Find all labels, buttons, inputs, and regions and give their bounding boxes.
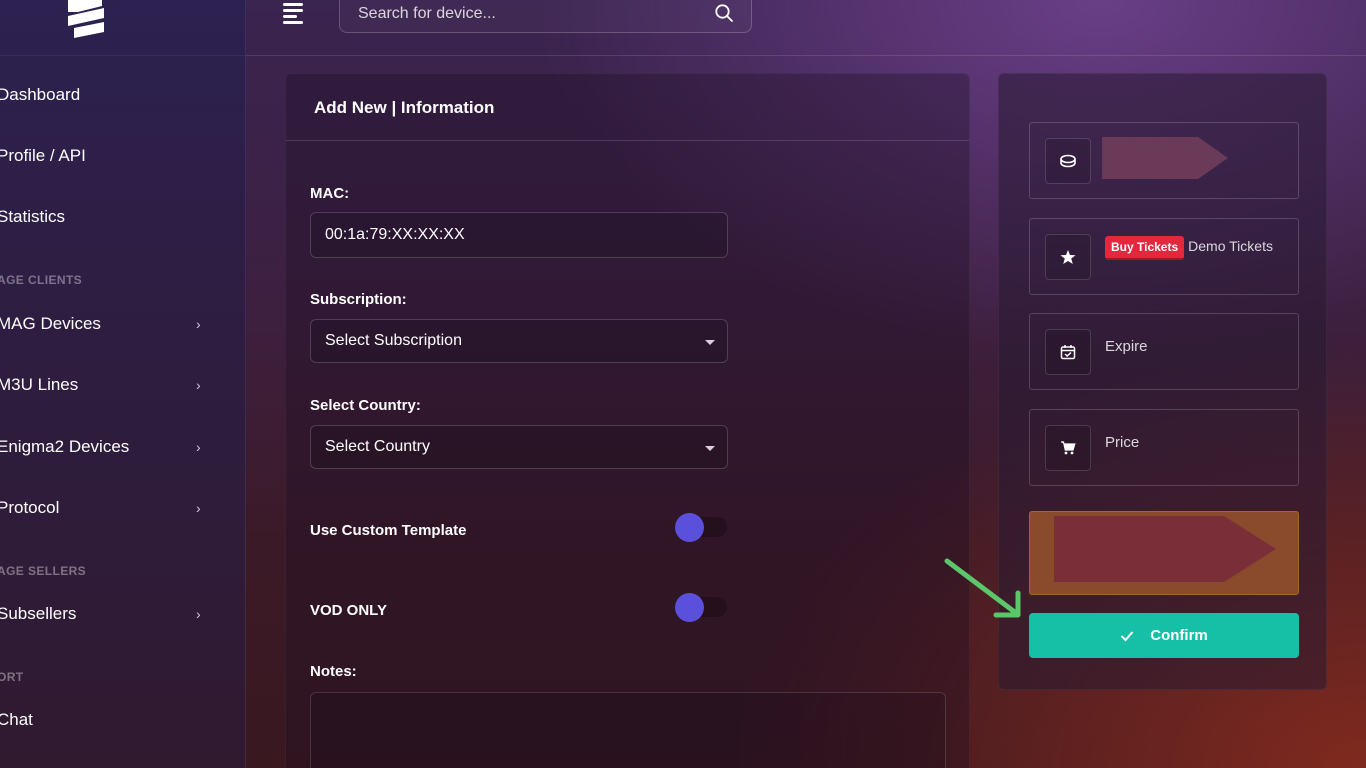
vod-only-toggle[interactable]: [675, 593, 727, 622]
vod-only-label: VOD ONLY: [310, 602, 387, 619]
country-value: Select Country: [325, 438, 430, 455]
sidebar-item-label: Protocol: [0, 498, 60, 517]
card-header: Add New | Information: [286, 74, 969, 141]
price-box: Price: [1029, 409, 1299, 486]
sidebar-section-manage-clients: AGE CLIENTS: [0, 273, 83, 287]
subscription-label: Subscription:: [310, 291, 407, 308]
sidebar-item-label: Subsellers: [0, 604, 77, 623]
sidebar: Dashboard Profile / API Statistics AGE C…: [0, 0, 246, 768]
sidebar-item-mag-devices[interactable]: MAG Devices ›: [0, 304, 246, 344]
redaction-shape: [1054, 516, 1276, 582]
hamburger-icon[interactable]: [283, 3, 305, 24]
expire-label: Expire: [1105, 338, 1148, 355]
sidebar-item-profile-api[interactable]: Profile / API: [0, 136, 246, 176]
custom-template-label: Use Custom Template: [310, 522, 467, 539]
logo-area: [0, 0, 245, 56]
chevron-right-icon: ›: [196, 316, 201, 332]
order-summary-panel: Buy Tickets Demo Tickets Expire Price Co…: [998, 73, 1327, 690]
sidebar-item-protocol[interactable]: Protocol ›: [0, 488, 246, 528]
sidebar-item-chat[interactable]: Chat: [0, 700, 246, 740]
sidebar-item-subsellers[interactable]: Subsellers ›: [0, 594, 246, 634]
brand-logo-icon[interactable]: [64, 0, 110, 38]
expire-box: Expire: [1029, 313, 1299, 390]
confirm-button[interactable]: Confirm: [1029, 613, 1299, 658]
page-title: Add New | Information: [314, 98, 495, 117]
subscription-value: Select Subscription: [325, 332, 462, 349]
sidebar-item-dashboard[interactable]: Dashboard: [0, 75, 246, 115]
sidebar-item-label: Chat: [0, 710, 33, 729]
sidebar-item-label: MAG Devices: [0, 314, 101, 333]
sidebar-item-label: Enigma2 Devices: [0, 437, 130, 456]
toggle-knob: [675, 513, 704, 542]
add-device-card: Add New | Information MAC: 00:1a:79:XX:X…: [285, 73, 970, 768]
sidebar-item-label: Profile / API: [0, 146, 86, 165]
chevron-right-icon: ›: [196, 439, 201, 455]
check-icon: [1121, 630, 1134, 641]
confirm-label: Confirm: [1150, 627, 1208, 644]
notes-textarea[interactable]: [310, 692, 946, 768]
sidebar-item-enigma2-devices[interactable]: Enigma2 Devices ›: [0, 427, 246, 467]
caret-down-icon: [705, 446, 715, 451]
mac-label: MAC:: [310, 185, 350, 202]
calendar-check-icon: [1045, 329, 1091, 375]
chevron-right-icon: ›: [196, 606, 201, 622]
toggle-knob: [675, 593, 704, 622]
top-header: [246, 0, 1366, 56]
search-box: [339, 0, 752, 33]
annotation-arrow-icon: [944, 558, 1021, 618]
caret-down-icon: [705, 340, 715, 345]
sidebar-item-label: Statistics: [0, 207, 66, 226]
search-icon[interactable]: [714, 3, 734, 23]
country-label: Select Country:: [310, 397, 421, 414]
price-label: Price: [1105, 434, 1140, 451]
sidebar-item-label: Dashboard: [0, 85, 81, 104]
total-box: [1029, 511, 1299, 595]
coin-icon: [1045, 138, 1091, 184]
sidebar-item-label: M3U Lines: [0, 375, 79, 394]
subscription-select[interactable]: Select Subscription: [310, 319, 728, 363]
chevron-right-icon: ›: [196, 377, 201, 393]
star-icon: [1045, 234, 1091, 280]
sidebar-item-statistics[interactable]: Statistics: [0, 197, 246, 237]
mac-value: 00:1a:79:XX:XX:XX: [325, 226, 465, 243]
country-select[interactable]: Select Country: [310, 425, 728, 469]
redaction-shape: [1102, 137, 1228, 179]
sidebar-section-manage-sellers: AGE SELLERS: [0, 564, 87, 578]
notes-label: Notes:: [310, 663, 357, 680]
tickets-box: Buy Tickets Demo Tickets: [1029, 218, 1299, 295]
buy-tickets-button[interactable]: Buy Tickets: [1105, 236, 1185, 260]
mac-field[interactable]: 00:1a:79:XX:XX:XX: [310, 212, 728, 258]
search-input[interactable]: [358, 3, 698, 25]
demo-tickets-label: Demo Tickets: [1188, 238, 1273, 254]
cart-icon: [1045, 425, 1091, 471]
sidebar-section-support: ORT: [0, 670, 24, 684]
credits-box: [1029, 122, 1299, 199]
chevron-right-icon: ›: [196, 500, 201, 516]
custom-template-toggle[interactable]: [675, 513, 727, 542]
sidebar-item-m3u-lines[interactable]: M3U Lines ›: [0, 365, 246, 405]
